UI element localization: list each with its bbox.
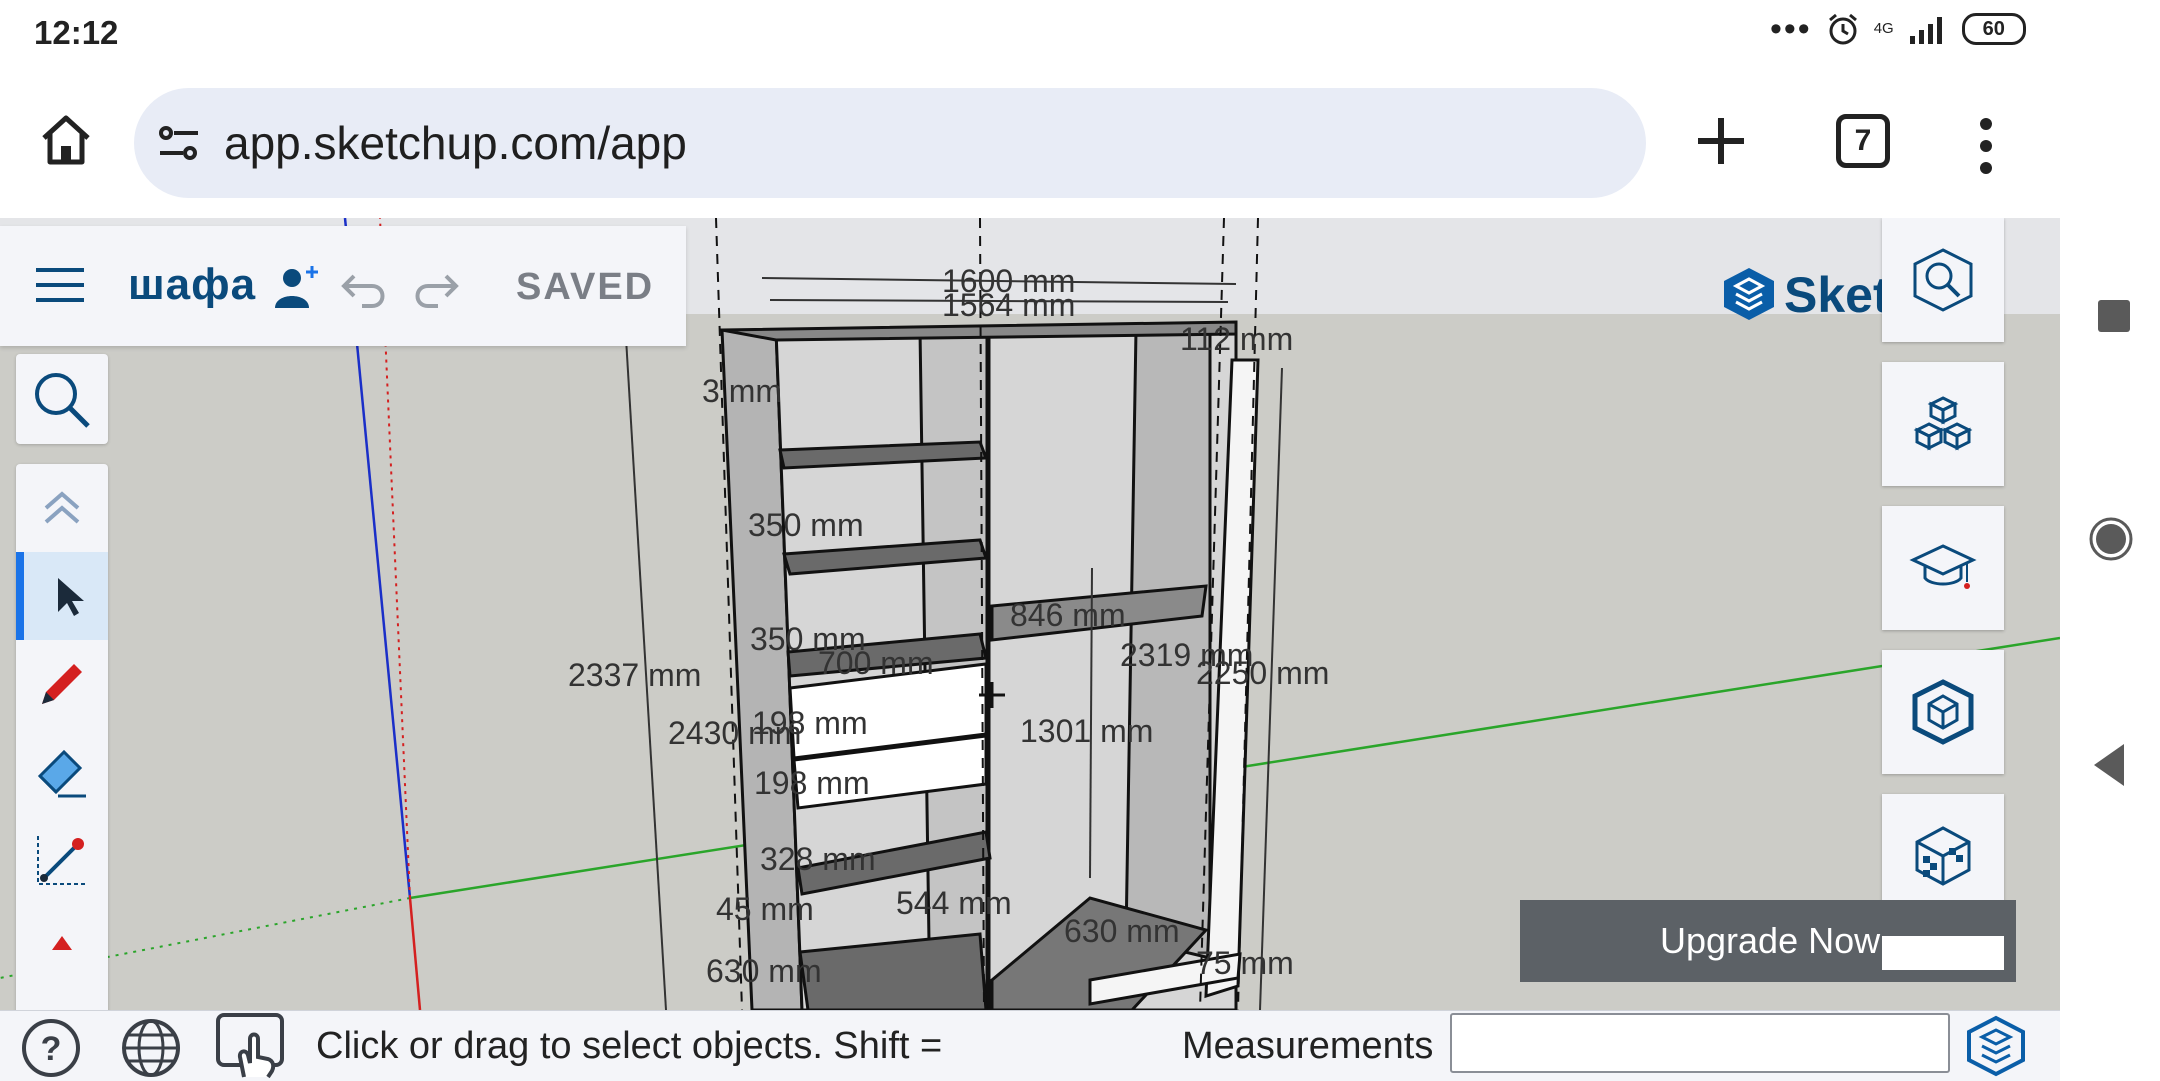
model-info-button[interactable] xyxy=(1882,650,2004,774)
eraser-tool-button[interactable] xyxy=(16,728,108,816)
back-icon[interactable] xyxy=(2090,740,2130,790)
signal-icon xyxy=(1909,17,1942,44)
dim-328: 328 mm xyxy=(760,841,876,877)
undo-icon[interactable] xyxy=(340,268,390,308)
notification-dots: ••• xyxy=(1770,10,1812,48)
more-tools-icon xyxy=(52,936,72,950)
eraser-icon xyxy=(37,749,86,798)
search-icon xyxy=(35,373,90,428)
red-axis xyxy=(408,897,422,1010)
hamburger-menu-icon[interactable] xyxy=(34,266,86,304)
site-settings-icon[interactable] xyxy=(156,120,202,166)
dim-198b: 198 mm xyxy=(754,765,870,801)
dim-630b: 630 mm xyxy=(1064,913,1180,949)
dim-846: 846 mm xyxy=(1010,597,1126,633)
android-nav-bar xyxy=(2060,0,2160,1080)
scene-search-icon xyxy=(1913,248,1973,312)
status-bottom-bar: ? Click or drag to select objects. Shift… xyxy=(0,1010,2060,1081)
dim-45: 45 mm xyxy=(716,891,814,927)
select-tool-button[interactable] xyxy=(16,552,108,640)
dim-30: 3 mm xyxy=(702,373,782,409)
new-tab-icon[interactable] xyxy=(1690,110,1752,172)
model-viewport[interactable]: 1600 mm 1564 mm 112 mm 3 mm 350 mm 846 m… xyxy=(0,218,2060,1010)
line-icon xyxy=(37,836,86,885)
dim-2250: 2250 mm xyxy=(1196,655,1329,691)
select-arrow-icon xyxy=(58,578,84,616)
dim-1301: 1301 mm xyxy=(1020,713,1153,749)
tab-switcher-button[interactable]: 7 xyxy=(1836,114,1890,168)
home-icon[interactable] xyxy=(36,110,96,170)
pencil-tool-button[interactable] xyxy=(16,640,108,728)
dim-630a: 630 mm xyxy=(706,953,822,989)
learn-button[interactable] xyxy=(1882,506,2004,630)
measurements-input[interactable] xyxy=(1450,1013,1950,1073)
dim-1564: 1564 mm xyxy=(942,287,1075,323)
home-circle-icon[interactable] xyxy=(2088,516,2134,562)
upgrade-now-label[interactable]: Upgrade Now xyxy=(1660,920,1880,962)
measurements-label: Measurements xyxy=(1182,1025,1434,1067)
collapse-tools-button[interactable] xyxy=(16,464,108,552)
address-bar[interactable]: app.sketchup.com/app xyxy=(134,88,1646,198)
alarm-icon xyxy=(1828,13,1857,45)
status-hint: Click or drag to select objects. Shift = xyxy=(316,1025,943,1067)
tools-panel xyxy=(16,464,108,1010)
dim-2430: 2430 mm xyxy=(668,715,801,751)
dim-2337: 2337 mm xyxy=(568,657,701,693)
recent-apps-icon[interactable] xyxy=(2098,300,2130,332)
svg-text:?: ? xyxy=(41,1030,62,1068)
dim-112: 112 mm xyxy=(1180,321,1293,357)
url-text[interactable]: app.sketchup.com/app xyxy=(224,116,687,170)
learn-icon xyxy=(1909,544,1977,589)
sketchup-logo-icon xyxy=(1724,268,1774,320)
save-status: SAVED xyxy=(516,266,655,308)
dim-75: 75 mm xyxy=(1196,945,1294,981)
browser-toolbar: app.sketchup.com/app 7 xyxy=(0,66,2060,218)
globe-icon[interactable] xyxy=(120,1017,182,1079)
model-toolbar: шафа SAVED xyxy=(0,226,686,346)
sketchup-logo-icon xyxy=(1967,1015,2025,1077)
panel-overflow-tab xyxy=(1882,936,2004,970)
components-button[interactable] xyxy=(1882,362,2004,486)
add-collaborator-icon[interactable] xyxy=(272,262,322,312)
more-tools-button[interactable] xyxy=(16,904,108,992)
pencil-icon xyxy=(42,664,82,704)
dim-544: 544 mm xyxy=(896,885,1012,921)
status-bar: 12:12 ••• 4G 60 xyxy=(0,0,2060,66)
scene-search-button[interactable] xyxy=(1882,218,2004,342)
model-info-icon xyxy=(1912,679,1974,745)
redo-icon[interactable] xyxy=(410,268,460,308)
dim-350a: 350 mm xyxy=(748,507,864,543)
collapse-chevron-icon xyxy=(44,491,80,524)
battery-level: 60 xyxy=(1961,13,2026,45)
help-icon[interactable]: ? xyxy=(20,1017,82,1079)
touch-gesture-icon[interactable] xyxy=(214,1011,286,1081)
model-name[interactable]: шафа xyxy=(128,260,256,310)
line-tool-button[interactable] xyxy=(16,816,108,904)
status-icons: ••• 4G 60 xyxy=(1770,12,2026,46)
network-type: 4G xyxy=(1873,20,1894,37)
status-time: 12:12 xyxy=(34,14,119,51)
dim-700: 700 mm xyxy=(818,645,934,681)
more-vert-icon[interactable] xyxy=(1978,116,1994,176)
search-tool-button[interactable] xyxy=(16,354,108,444)
components-icon xyxy=(1913,396,1973,451)
materials-icon xyxy=(1915,826,1971,886)
